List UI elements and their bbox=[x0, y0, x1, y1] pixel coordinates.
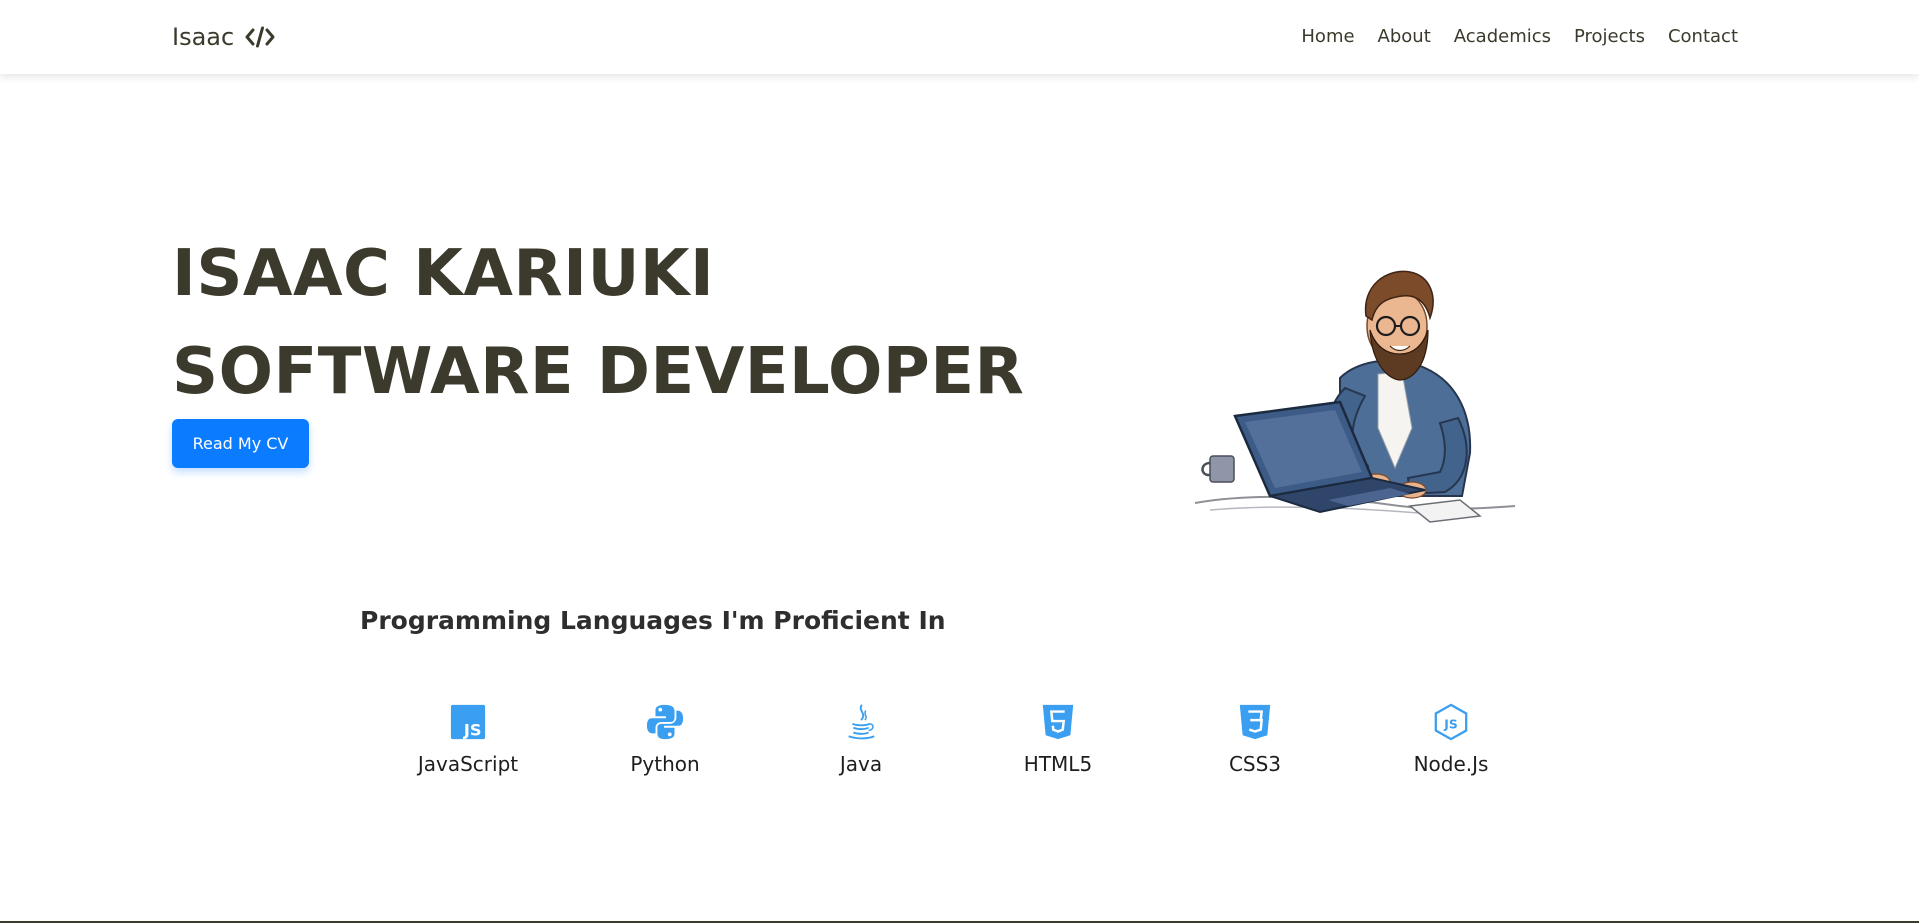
code-icon bbox=[245, 26, 275, 48]
hero-name: ISAAC KARIUKI bbox=[172, 237, 715, 311]
skills-heading: Programming Languages I'm Proficient In bbox=[360, 606, 946, 635]
skill-css3: CSS3 bbox=[1175, 700, 1335, 776]
skill-label: Java bbox=[839, 752, 883, 776]
svg-text:JS: JS bbox=[1443, 718, 1457, 732]
nodejs-icon: JS bbox=[1434, 703, 1468, 741]
skill-label: JavaScript bbox=[417, 752, 519, 776]
nav-contact[interactable]: Contact bbox=[1668, 24, 1738, 50]
skill-html5: HTML5 bbox=[978, 700, 1138, 776]
skill-nodejs: JS Node.Js bbox=[1371, 700, 1531, 776]
skill-java: Java bbox=[781, 700, 941, 776]
hero-role: SOFTWARE DEVELOPER bbox=[172, 335, 1025, 409]
java-icon bbox=[848, 704, 875, 740]
css3-icon bbox=[1239, 704, 1271, 740]
nav-home[interactable]: Home bbox=[1301, 24, 1354, 50]
developer-laptop-illustration bbox=[1194, 270, 1516, 523]
read-cv-button[interactable]: Read My CV bbox=[172, 419, 309, 468]
javascript-icon: JS bbox=[450, 704, 486, 739]
html5-icon bbox=[1042, 704, 1074, 740]
nav-about[interactable]: About bbox=[1378, 24, 1431, 50]
skill-javascript: JS JavaScript bbox=[388, 700, 548, 776]
nav-academics[interactable]: Academics bbox=[1454, 24, 1551, 50]
skill-label: Python bbox=[630, 752, 700, 776]
skill-label: HTML5 bbox=[1023, 752, 1093, 776]
brand-link[interactable]: Isaac bbox=[172, 22, 275, 52]
python-icon bbox=[646, 704, 684, 740]
skill-label: CSS3 bbox=[1228, 752, 1282, 776]
nav-links: Home About Academics Projects Contact bbox=[1301, 24, 1738, 50]
skill-label: Node.Js bbox=[1413, 752, 1489, 776]
navbar: Isaac Home About Academics Projects Cont… bbox=[0, 0, 1919, 74]
skill-python: Python bbox=[585, 700, 745, 776]
nav-projects[interactable]: Projects bbox=[1574, 24, 1645, 50]
svg-text:JS: JS bbox=[463, 720, 482, 739]
brand-name: Isaac bbox=[172, 23, 235, 51]
